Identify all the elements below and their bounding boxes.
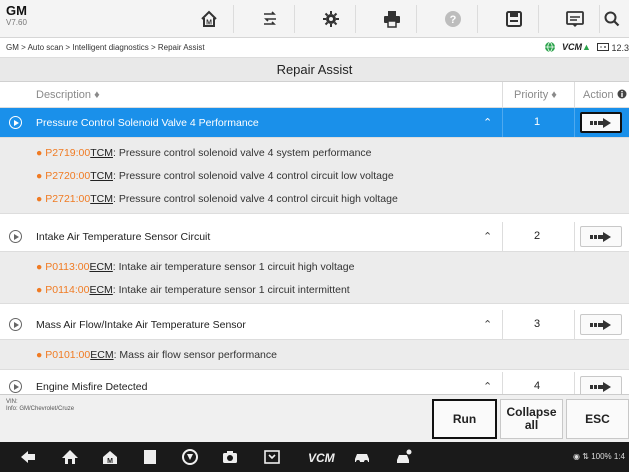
vcm-manager-icon[interactable]: VCM <box>306 448 340 466</box>
repair-item-title: Engine Misfire Detected <box>36 381 148 393</box>
table-header: Description ♦ Priority ♦ Action <box>0 82 629 108</box>
dtc-list: ● P0113:00ECM: Intake air temperature se… <box>0 252 629 304</box>
column-header-description[interactable]: Description ♦ <box>36 89 100 101</box>
battery-voltage: 12.3 <box>596 42 629 53</box>
vehicle-make: GM <box>6 3 27 18</box>
dtc-list: ● P0101:00ECM: Mass air flow sensor perf… <box>0 340 629 370</box>
repair-item-row[interactable]: Engine Misfire Detected ⌃ 4 <box>0 372 629 394</box>
remote-support-icon[interactable] <box>394 448 414 466</box>
collapse-caret-icon[interactable]: ⌃ <box>483 116 492 129</box>
svg-text:M: M <box>107 458 113 465</box>
priority-value: 4 <box>533 380 541 392</box>
search-icon[interactable] <box>596 5 628 33</box>
dtc-item: ● P2719:00TCM: Pressure control solenoid… <box>36 147 372 159</box>
vcm-indicator: VCM▲ <box>562 42 591 52</box>
repair-item-title: Pressure Control Solenoid Valve 4 Perfor… <box>36 117 259 129</box>
dtc-item: ● P2720:00TCM: Pressure control solenoid… <box>36 170 394 182</box>
recent-apps-icon[interactable] <box>140 448 160 466</box>
system-nav-bar: M VCM ◉ ⇅ 100% 1:4 <box>0 442 629 472</box>
priority-value: 2 <box>533 230 541 242</box>
android-home-icon[interactable] <box>60 448 80 466</box>
repair-item-row[interactable]: Intake Air Temperature Sensor Circuit ⌃ … <box>0 222 629 252</box>
software-version: V7.60 <box>6 18 27 27</box>
home-icon[interactable]: M <box>184 5 234 33</box>
expand-icon[interactable] <box>9 116 22 129</box>
print-icon[interactable] <box>367 5 417 33</box>
svg-text:VCM: VCM <box>308 451 336 465</box>
dtc-item: ● P0114:00ECM: Intake air temperature se… <box>36 284 350 296</box>
action-cell <box>574 372 629 394</box>
esc-button[interactable]: ESC <box>566 399 629 439</box>
save-icon[interactable] <box>489 5 539 33</box>
dtc-list: ● P2719:00TCM: Pressure control solenoid… <box>0 138 629 214</box>
wifi-icon: ◉ ⇅ <box>573 452 592 461</box>
action-arrow-button[interactable] <box>580 226 622 247</box>
screenshot-icon[interactable] <box>262 448 282 466</box>
arrow-right-icon <box>590 231 611 242</box>
action-arrow-button[interactable] <box>580 112 622 133</box>
browser-icon[interactable] <box>180 448 200 466</box>
vehicle-info: VIN: Info: GM/Chevrolet/Cruze <box>6 399 74 413</box>
battery-icon <box>596 42 609 51</box>
app-home-icon[interactable]: M <box>100 448 120 466</box>
help-icon[interactable]: ? <box>428 5 478 33</box>
action-arrow-button[interactable] <box>580 376 622 394</box>
expand-icon[interactable] <box>9 380 22 393</box>
bottom-panel: VIN: Info: GM/Chevrolet/Cruze Run Collap… <box>0 394 629 442</box>
run-button[interactable]: Run <box>432 399 497 439</box>
repair-item-title: Intake Air Temperature Sensor Circuit <box>36 231 211 243</box>
priority-value: 1 <box>533 116 541 128</box>
svg-text:?: ? <box>449 14 456 26</box>
dtc-item: ● P2721:00TCM: Pressure control solenoid… <box>36 193 398 205</box>
arrow-right-icon <box>590 381 611 392</box>
expand-icon[interactable] <box>9 230 22 243</box>
dtc-item: ● P0101:00ECM: Mass air flow sensor perf… <box>36 349 277 361</box>
arrow-right-icon <box>590 319 611 330</box>
camera-icon[interactable] <box>220 448 240 466</box>
collapse-caret-icon[interactable]: ⌃ <box>483 230 492 243</box>
page-title: Repair Assist <box>0 58 629 82</box>
info-label: Info: GM/Chevrolet/Cruze <box>6 406 75 412</box>
vehicle-swap-icon[interactable] <box>245 5 295 33</box>
info-icon[interactable] <box>617 89 627 99</box>
svg-text:M: M <box>206 20 212 27</box>
priority-value: 3 <box>533 318 541 330</box>
breadcrumb-bar: GM > Auto scan > Intelligent diagnostics… <box>0 38 629 58</box>
repair-item-row[interactable]: Mass Air Flow/Intake Air Temperature Sen… <box>0 310 629 340</box>
column-header-action: Action <box>583 89 627 101</box>
collapse-all-button[interactable]: Collapse all <box>500 399 563 439</box>
data-log-icon[interactable] <box>550 5 600 33</box>
repair-item-title: Mass Air Flow/Intake Air Temperature Sen… <box>36 319 246 331</box>
connection-status: VCM▲ 12.3 <box>544 41 629 53</box>
brand: GM V7.60 <box>6 4 27 28</box>
collapse-caret-icon[interactable]: ⌃ <box>483 380 492 393</box>
globe-icon <box>545 41 556 53</box>
settings-icon[interactable] <box>306 5 356 33</box>
breadcrumb: GM > Auto scan > Intelligent diagnostics… <box>6 43 205 52</box>
column-header-priority[interactable]: Priority ♦ <box>514 89 557 101</box>
arrow-right-icon <box>590 117 611 128</box>
action-cell <box>574 310 629 339</box>
vehicle-icon[interactable] <box>352 448 372 466</box>
action-cell <box>574 222 629 251</box>
system-status: ◉ ⇅ 100% 1:4 <box>573 452 625 461</box>
expand-icon[interactable] <box>9 318 22 331</box>
top-toolbar: GM V7.60 M ? <box>0 0 629 38</box>
vin-label: VIN: <box>6 399 18 405</box>
collapse-caret-icon[interactable]: ⌃ <box>483 318 492 331</box>
dtc-item: ● P0113:00ECM: Intake air temperature se… <box>36 261 355 273</box>
back-icon[interactable] <box>18 448 38 466</box>
action-arrow-button[interactable] <box>580 314 622 335</box>
action-cell <box>574 108 629 137</box>
repair-item-row[interactable]: Pressure Control Solenoid Valve 4 Perfor… <box>0 108 629 138</box>
